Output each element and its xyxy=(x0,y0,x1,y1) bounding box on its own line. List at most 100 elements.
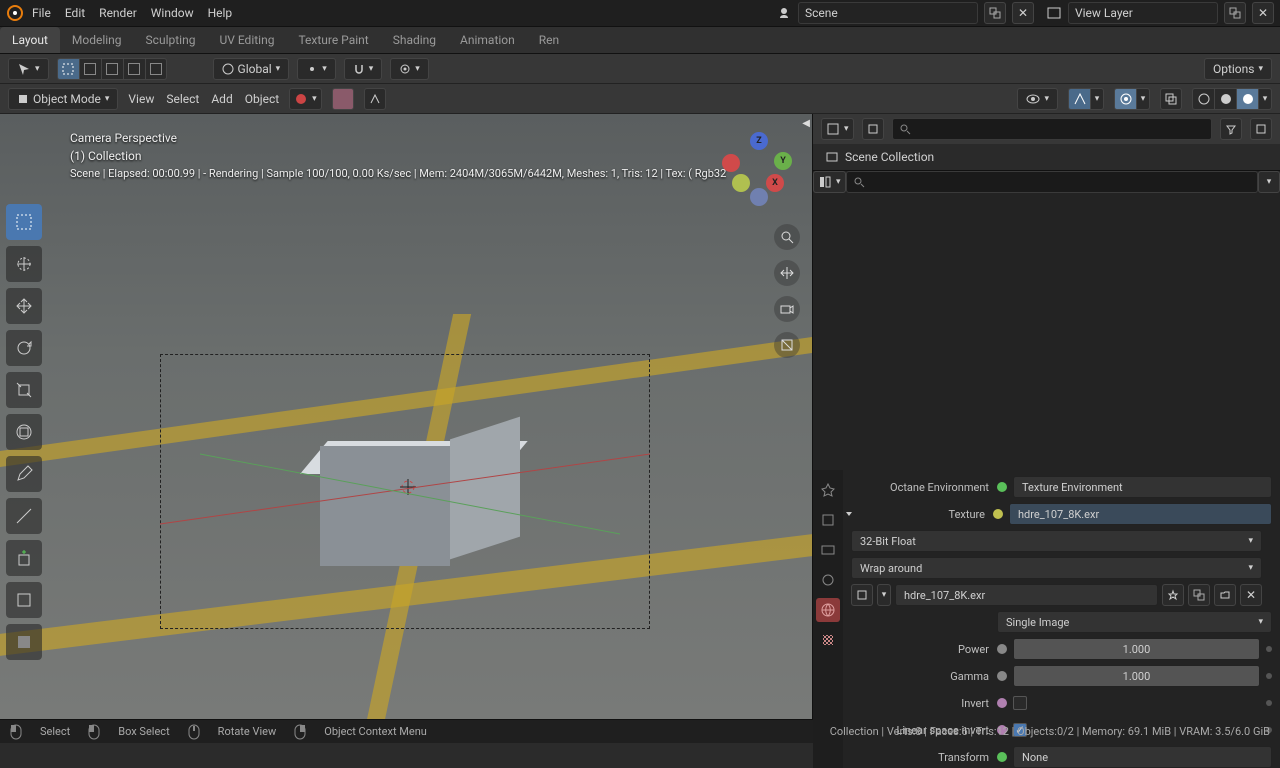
bit-depth-dropdown[interactable]: 32-Bit Float▾ xyxy=(851,530,1262,552)
scene-close-button[interactable]: ✕ xyxy=(1012,2,1034,24)
fake-user-button[interactable] xyxy=(1162,584,1184,606)
collapse-panel-icon[interactable]: ◀ xyxy=(802,118,810,129)
scene-name-field[interactable]: Scene xyxy=(798,2,978,24)
image-browse-button[interactable] xyxy=(851,584,873,606)
tab-scene[interactable] xyxy=(816,568,840,592)
move-tool[interactable] xyxy=(6,288,42,324)
unlink-image-button[interactable]: ✕ xyxy=(1240,584,1262,606)
scale-tool[interactable] xyxy=(6,372,42,408)
color-swatch-button[interactable] xyxy=(332,88,354,110)
props-search[interactable] xyxy=(846,171,1258,193)
keyframe-dot[interactable] xyxy=(1266,646,1272,652)
rotate-tool[interactable] xyxy=(6,330,42,366)
select-invert-button[interactable] xyxy=(123,58,145,80)
image-name-field[interactable]: hdre_107_8K.exr xyxy=(895,584,1158,606)
tab-render[interactable] xyxy=(816,478,840,502)
menu-edit[interactable]: Edit xyxy=(65,6,85,20)
cursor-tool-dropdown[interactable]: ▾ xyxy=(8,58,49,80)
orientation-dropdown[interactable]: Global▾ xyxy=(213,58,290,80)
new-image-button[interactable] xyxy=(1188,584,1210,606)
menu-window[interactable]: Window xyxy=(151,6,194,20)
extrude-tool-icon[interactable] xyxy=(6,582,42,618)
outliner-mode-dropdown[interactable]: ▾ xyxy=(821,118,854,140)
tab-world[interactable] xyxy=(816,598,840,622)
pan-button[interactable] xyxy=(774,260,800,286)
highlight-button[interactable] xyxy=(364,88,386,110)
texture-value[interactable]: hdre_107_8K.exr xyxy=(1009,503,1272,525)
proportional-dropdown[interactable]: ▾ xyxy=(390,58,429,80)
wrap-dropdown[interactable]: Wrap around▾ xyxy=(851,557,1262,579)
viewport-menu-object[interactable]: Object xyxy=(245,92,279,106)
image-dropdown[interactable]: ▾ xyxy=(877,584,891,606)
menu-help[interactable]: Help xyxy=(208,6,233,20)
workspace-tab-animation[interactable]: Animation xyxy=(448,27,527,53)
outliner-new-button[interactable] xyxy=(1250,118,1272,140)
props-options-dropdown[interactable]: ▾ xyxy=(1258,171,1280,193)
axis-y[interactable]: Y xyxy=(774,152,792,170)
shading-solid[interactable] xyxy=(1214,88,1236,110)
xray-toggle[interactable] xyxy=(1160,88,1182,110)
power-value[interactable]: 1.000 xyxy=(1013,638,1260,660)
zoom-button[interactable] xyxy=(774,224,800,250)
tab-texture[interactable] xyxy=(816,628,840,652)
workspace-tab-ren[interactable]: Ren xyxy=(527,27,571,53)
outliner-search[interactable] xyxy=(892,118,1212,140)
mode-dropdown[interactable]: Object Mode▾ xyxy=(8,88,118,110)
workspace-tab-layout[interactable]: Layout xyxy=(0,27,60,53)
shading-wireframe[interactable] xyxy=(1192,88,1214,110)
outliner-display-dropdown[interactable] xyxy=(862,118,884,140)
env-value[interactable]: Texture Environment xyxy=(1013,476,1272,498)
workspace-tab-modeling[interactable]: Modeling xyxy=(60,27,134,53)
camera-button[interactable] xyxy=(774,296,800,322)
open-image-button[interactable] xyxy=(1214,584,1236,606)
overlay-dropdown[interactable]: ▾ xyxy=(289,88,322,110)
axis-x[interactable]: X xyxy=(766,174,784,192)
cursor-tool[interactable] xyxy=(6,246,42,282)
axis-z[interactable]: Z xyxy=(750,132,768,150)
gizmo-toggle[interactable] xyxy=(1068,88,1090,110)
menu-file[interactable]: File xyxy=(32,6,51,20)
keyframe-dot[interactable] xyxy=(1266,673,1272,679)
workspace-tab-uv-editing[interactable]: UV Editing xyxy=(207,27,286,53)
invert-checkbox[interactable] xyxy=(1013,696,1027,710)
visibility-dropdown[interactable]: ▾ xyxy=(1017,88,1058,110)
gizmo-dropdown[interactable]: ▾ xyxy=(1090,88,1104,110)
axis-neg-x[interactable] xyxy=(722,154,740,172)
overlay-options-dropdown[interactable]: ▾ xyxy=(1136,88,1150,110)
select-tool[interactable] xyxy=(6,204,42,240)
viewport-menu-view[interactable]: View xyxy=(128,92,154,106)
viewlayer-close-button[interactable]: ✕ xyxy=(1252,2,1274,24)
tab-viewlayer[interactable] xyxy=(816,538,840,562)
axis-neg-z[interactable] xyxy=(750,188,768,206)
scene-browse-button[interactable] xyxy=(984,2,1006,24)
workspace-tab-texture-paint[interactable]: Texture Paint xyxy=(286,27,380,53)
select-intersect-button[interactable] xyxy=(145,58,167,80)
outliner-filter-button[interactable] xyxy=(1220,118,1242,140)
perspective-button[interactable] xyxy=(774,332,800,358)
select-box-button[interactable] xyxy=(57,58,79,80)
viewport-menu-select[interactable]: Select xyxy=(166,92,199,106)
select-subtract-button[interactable] xyxy=(101,58,123,80)
viewlayer-browse-button[interactable] xyxy=(1224,2,1246,24)
pivot-dropdown[interactable]: ▾ xyxy=(297,58,336,80)
shading-material[interactable] xyxy=(1236,88,1258,110)
axis-neg-y[interactable] xyxy=(732,174,750,192)
viewport-menu-add[interactable]: Add xyxy=(211,92,232,106)
shade-tool-icon[interactable] xyxy=(6,624,42,660)
menu-render[interactable]: Render xyxy=(99,6,137,20)
workspace-tab-shading[interactable]: Shading xyxy=(381,27,448,53)
viewport-3d[interactable]: Camera Perspective (1) Collection Scene … xyxy=(0,114,812,719)
measure-tool[interactable] xyxy=(6,498,42,534)
keyframe-dot[interactable] xyxy=(1266,700,1272,706)
props-editor-dropdown[interactable]: ▾ xyxy=(813,171,846,193)
transform-tool[interactable] xyxy=(6,414,42,450)
viewlayer-field[interactable]: View Layer xyxy=(1068,2,1218,24)
transform-value[interactable]: None xyxy=(1013,746,1272,768)
add-cube-tool[interactable] xyxy=(6,540,42,576)
select-extend-button[interactable] xyxy=(79,58,101,80)
overlay-toggle[interactable] xyxy=(1114,88,1136,110)
shading-dropdown[interactable]: ▾ xyxy=(1258,88,1272,110)
outliner-scene-collection[interactable]: Scene Collection xyxy=(813,144,1280,170)
gamma-value[interactable]: 1.000 xyxy=(1013,665,1260,687)
tab-output[interactable] xyxy=(816,508,840,532)
